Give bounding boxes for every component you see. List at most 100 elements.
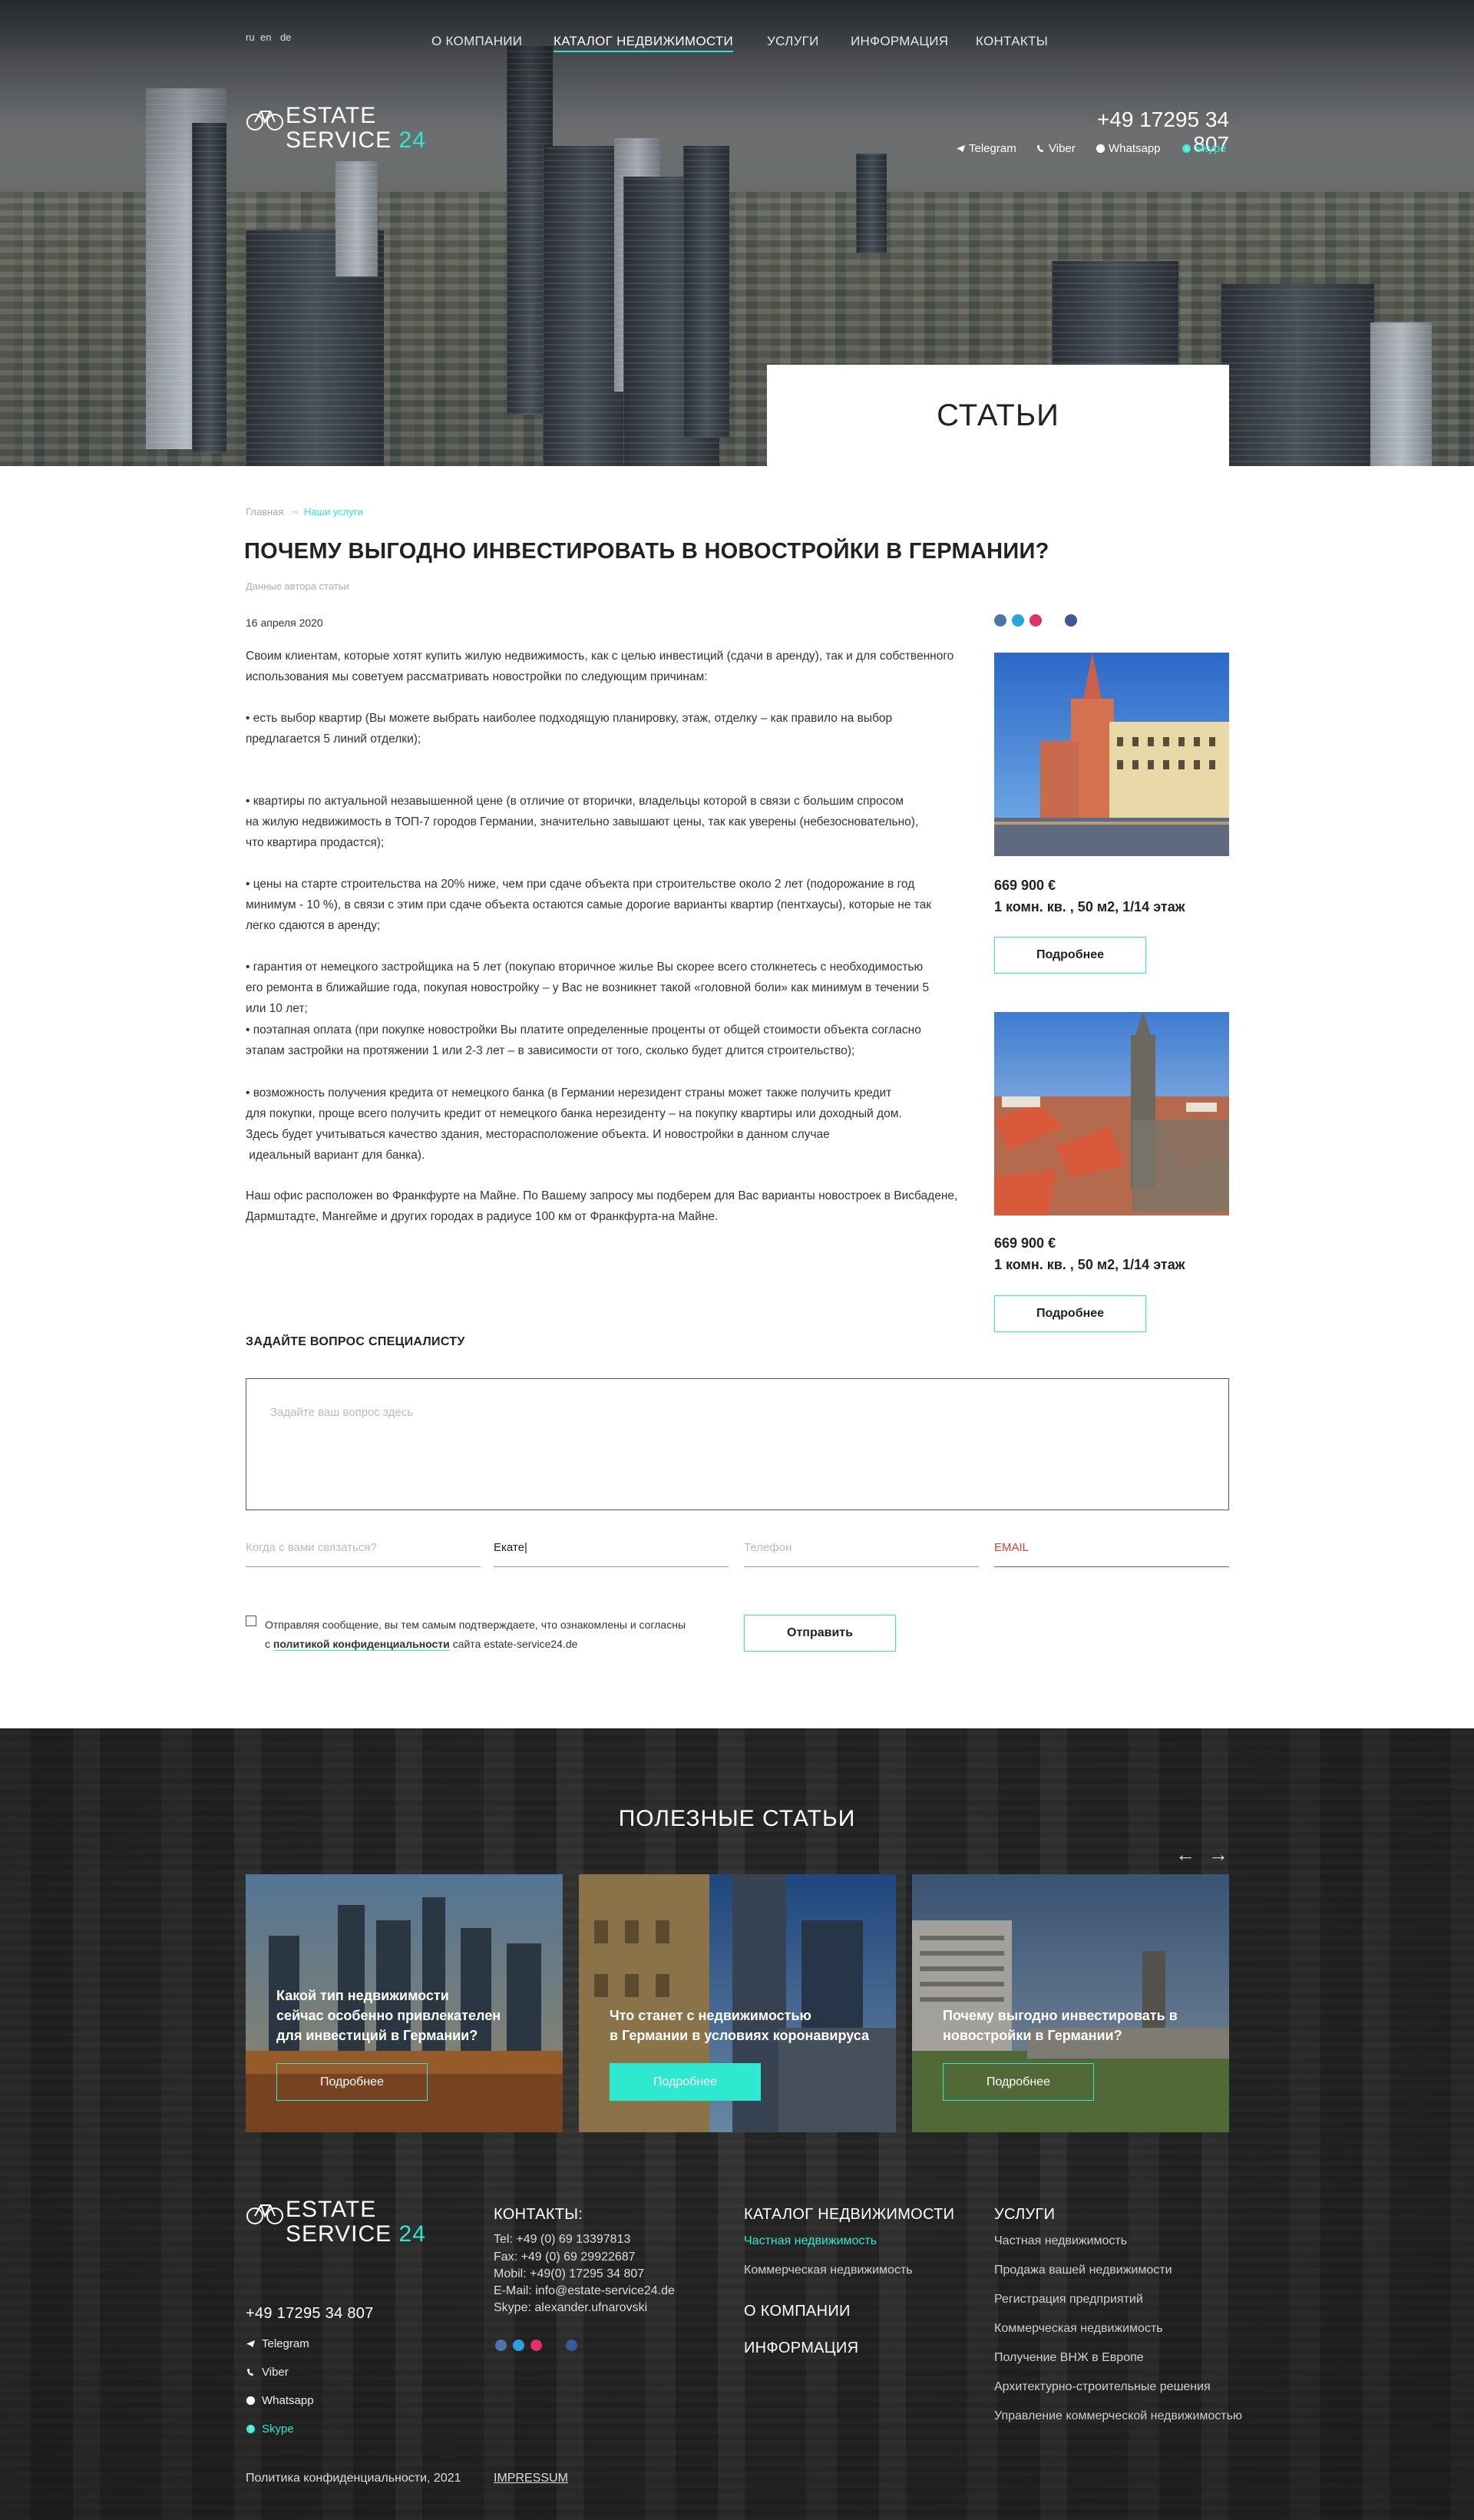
article-line: • квартиры по актуальной незавышенной це… [246,795,904,808]
footer-service-link[interactable]: Коммерческая недвижимость [994,2322,1163,2336]
article-card-2-title-l2: в Германии в условиях коронавируса [610,2028,870,2043]
nav-catalog[interactable]: КАТАЛОГ НЕДВИЖИМОСТИ [554,34,734,52]
article-line: или 10 лет; [246,1002,308,1015]
footer-policy[interactable]: Политика конфиденциальности, 2021 [246,2470,461,2487]
telegram-icon [246,2340,256,2348]
article-title: ПОЧЕМУ ВЫГОДНО ИНВЕСТИРОВАТЬ В НОВОСТРОЙ… [244,539,1049,564]
telegram-share-icon[interactable] [1012,614,1024,627]
privacy-policy-link[interactable]: политикой конфиденциальности [273,1638,450,1651]
submit-button[interactable]: Отправить [744,1615,896,1652]
breadcrumb-services[interactable]: Наши услуги [304,506,363,518]
article-line: • поэтапная оплата (при покупке новостро… [246,1024,921,1037]
footer-service-link[interactable]: Частная недвижимость [994,2234,1127,2248]
article-paragraph: Наш офис расположен во Франкфурте на Май… [246,1186,1067,1227]
footer-fax: Fax: +49 (0) 69 29922687 [494,2250,636,2264]
contact-time-field[interactable]: Когда с вами связаться? [246,1541,481,1567]
footer-service-link[interactable]: Регистрация предприятий [994,2293,1143,2307]
footer-about-link[interactable]: О КОМПАНИИ [744,2303,851,2320]
footer-viber[interactable]: Viber [246,2366,289,2379]
article-line: что квартира продастся); [246,836,385,849]
footer-catalog-title[interactable]: КАТАЛОГ НЕДВИЖИМОСТИ [744,2206,954,2224]
lang-en[interactable]: en [260,31,271,43]
footer-telegram[interactable]: Telegram [246,2337,309,2350]
article-line: легко сдаются в аренду; [246,919,381,932]
listing-1-more-button[interactable]: Подробнее [994,937,1146,974]
footer-whatsapp[interactable]: Whatsapp [246,2394,314,2407]
carousel-next-icon[interactable]: → [1208,1843,1228,1867]
footer-service-link[interactable]: Продажа вашей недвижимости [994,2264,1172,2277]
question-textarea[interactable]: Задайте ваш вопрос здесь [246,1378,1229,1510]
name-field[interactable]: Екате| [494,1541,729,1567]
article-card-3-button[interactable]: Подробнее [943,2063,1094,2101]
footer-phone[interactable]: +49 17295 34 807 [246,2305,374,2323]
article-line: минимум - 10 %), в связи с этим при сдач… [246,898,932,911]
nav-about[interactable]: О КОМПАНИИ [431,34,522,49]
listing-2-more-button[interactable]: Подробнее [994,1295,1146,1332]
logo[interactable]: ESTATE SERVICE 24 [246,104,426,153]
footer-skype-contact: Skype: alexander.ufnarovski [494,2301,648,2314]
article-line: этапам застройки на протяжении 1 или 2-3… [246,1044,855,1057]
article-card-2-title-l1: Что станет с недвижимостью [610,2008,811,2023]
nav-services[interactable]: УСЛУГИ [767,34,819,49]
article-paragraph: • есть выбор квартир (Вы можете выбрать … [246,708,1067,749]
breadcrumb-arrow-icon: → [289,504,299,516]
phone-field[interactable]: Телефон [744,1541,979,1567]
article-line: для покупки, проще всего получить кредит… [246,1107,902,1120]
article-card-1[interactable]: Какой тип недвижимости сейчас особенно п… [246,1874,563,2132]
footer-logo-line1: ESTATE [286,2197,377,2222]
page-title: СТАТЬИ [937,398,1059,432]
footer-impressum[interactable]: IMPRESSUM [494,2470,568,2487]
vk-icon[interactable] [495,2340,507,2351]
article-card-3[interactable]: Почему выгодно инвестировать в новострой… [912,1874,1229,2132]
article-card-2-button[interactable]: Подробнее [610,2063,761,2101]
footer-logo-number: 24 [398,2221,426,2247]
footer-commercial-estate-link[interactable]: Коммерческая недвижимость [744,2264,913,2277]
article-line: • есть выбор квартир (Вы можете выбрать … [246,712,893,725]
viber-icon [247,2368,254,2376]
article-card-1-button[interactable]: Подробнее [276,2063,428,2101]
email-field[interactable]: EMAIL [994,1541,1229,1567]
listing-2-image[interactable] [994,1012,1229,1215]
nav-contacts[interactable]: КОНТАКТЫ [976,34,1048,49]
logo-line2: SERVICE [286,127,392,153]
vk-icon[interactable] [994,614,1006,627]
footer-service-link[interactable]: Архитектурно-строительные решения [994,2380,1211,2394]
footer-info-link[interactable]: ИНФОРМАЦИЯ [744,2340,858,2357]
instagram-icon[interactable] [530,2340,542,2351]
instagram-icon[interactable] [1029,614,1042,627]
facebook-icon[interactable] [1065,614,1077,627]
footer-email[interactable]: E-Mail: info@estate-service24.de [494,2283,675,2300]
telegram-link[interactable]: Telegram [956,142,1016,155]
telegram-icon[interactable] [513,2340,524,2351]
facebook-icon[interactable] [566,2340,577,2351]
whatsapp-link[interactable]: Whatsapp [1096,142,1161,155]
footer-skype[interactable]: S Skype [246,2422,294,2436]
footer-contacts-title: КОНТАКТЫ: [494,2206,583,2223]
article-paragraph: • цены на старте строительства на 20% ни… [246,874,1067,936]
whatsapp-icon [1096,144,1106,154]
viber-link[interactable]: Viber [1036,142,1076,155]
article-line: Дармштадте, Мангейме и других городах в … [246,1210,719,1223]
skype-link[interactable]: S Skype [1182,142,1227,155]
article-card-3-title-l1: Почему выгодно инвестировать в [943,2008,1178,2023]
lang-de[interactable]: de [280,31,291,43]
footer-service-link[interactable]: Управление коммерческой недвижимостью [994,2409,1242,2423]
footer-logo[interactable]: ESTATE SERVICE 24 [246,2198,426,2247]
article-card-2[interactable]: Что станет с недвижимостью в Германии в … [579,1874,896,2132]
footer-private-estate-link[interactable]: Частная недвижимость [744,2234,877,2248]
bike-logo-icon [246,2204,283,2224]
carousel-prev-icon[interactable]: ← [1175,1843,1195,1867]
footer-services-title[interactable]: УСЛУГИ [994,2206,1055,2224]
listing-1-image[interactable] [994,653,1229,856]
article-line: его ремонта в ближайшие года, покупая но… [246,981,930,994]
footer-service-link[interactable]: Получение ВНЖ в Европе [994,2351,1144,2365]
nav-info[interactable]: ИНФОРМАЦИЯ [851,34,948,49]
listing-2-details: 1 комн. кв. , 50 м2, 1/14 этаж [994,1257,1185,1272]
article-card-3-title-l2: новостройки в Германии? [943,2028,1122,2043]
logo-number: 24 [398,127,426,153]
consent-checkbox[interactable] [246,1616,256,1626]
article-paragraph: • гарантия от немецкого застройщика на 5… [246,957,1067,1019]
article-paragraph: • поэтапная оплата (при покупке новостро… [246,1020,1067,1061]
breadcrumb-home[interactable]: Главная [246,506,283,518]
lang-ru[interactable]: ru [246,31,255,43]
